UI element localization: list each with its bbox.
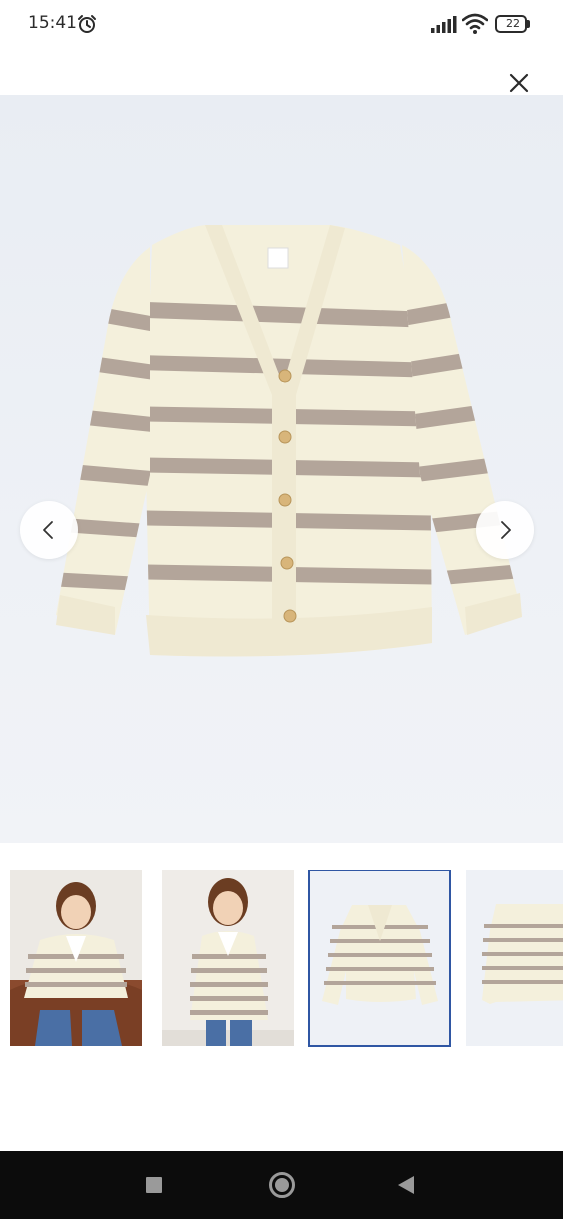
cardigan-back-photo: [482, 904, 563, 1004]
cardigan-illustration: [56, 225, 522, 657]
chevron-left-icon: [43, 521, 53, 539]
main-product-image[interactable]: [0, 95, 563, 843]
thumbnail-2[interactable]: [162, 870, 294, 1046]
system-nav-bar: [0, 1151, 563, 1219]
thumbnail-4[interactable]: [466, 870, 563, 1046]
close-icon[interactable]: [504, 68, 534, 98]
alarm-icon: [78, 15, 96, 33]
back-icon[interactable]: [398, 1176, 414, 1194]
next-image-button[interactable]: [476, 501, 534, 559]
signal-icon: [431, 16, 457, 33]
status-bar: 15:41 22: [0, 0, 563, 50]
battery-level: 22: [506, 17, 520, 30]
child-sitting-photo: [10, 882, 142, 1046]
recents-icon[interactable]: [146, 1177, 162, 1193]
previous-image-button[interactable]: [20, 501, 78, 559]
battery-icon: 22: [495, 15, 531, 33]
wifi-icon: [462, 13, 488, 34]
chevron-right-icon: [501, 521, 511, 539]
status-time: 15:41: [28, 13, 77, 33]
home-icon[interactable]: [269, 1172, 295, 1198]
cardigan-front-photo: [322, 905, 438, 1005]
thumbnail-strip: [0, 870, 563, 1048]
thumbnail-1[interactable]: [10, 870, 142, 1046]
child-standing-photo: [162, 878, 294, 1046]
thumbnail-3-selected[interactable]: [308, 870, 451, 1047]
